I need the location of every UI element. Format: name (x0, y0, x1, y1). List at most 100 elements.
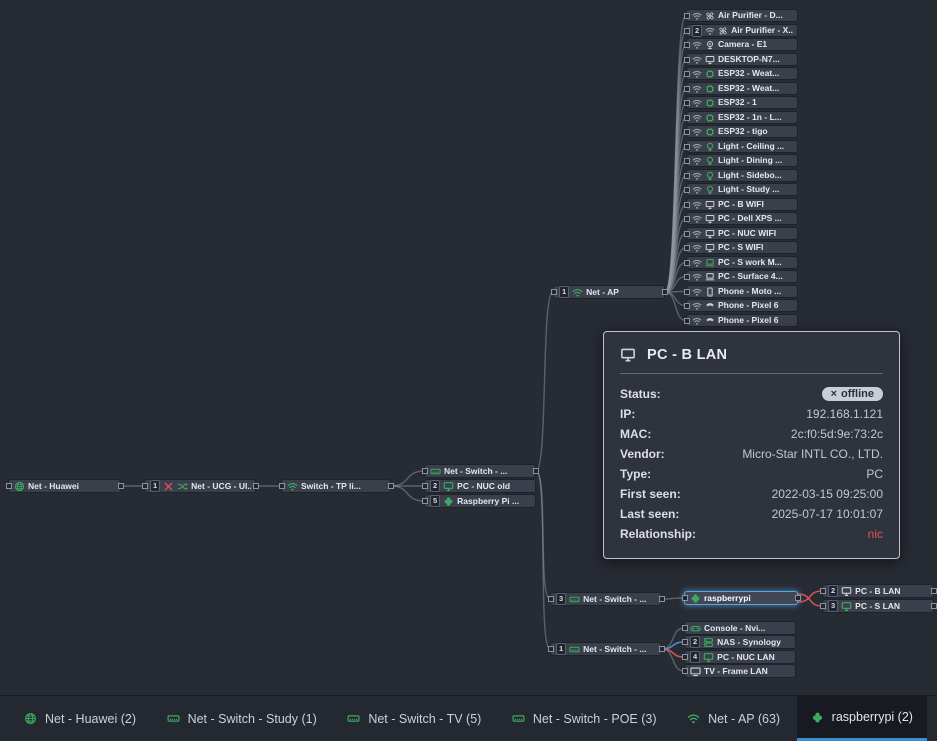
connector-port-left[interactable] (684, 289, 690, 295)
connector-port-left[interactable] (422, 483, 428, 489)
tab-net-switch-poe[interactable]: Net - Switch - POE (3) (498, 696, 671, 741)
connector-port-left[interactable] (6, 483, 12, 489)
node-pc-b-wifi[interactable]: PC - B WIFI (686, 198, 798, 211)
tab-raspberrypi[interactable]: raspberrypi (2) (797, 696, 927, 741)
connector-port-right[interactable] (659, 596, 665, 602)
connector-port-left[interactable] (422, 468, 428, 474)
node-net-switch-top[interactable]: Net - Switch - ... (424, 464, 536, 478)
connector-port-left[interactable] (548, 646, 554, 652)
node-pc-b-lan[interactable]: 2PC - B LAN (822, 584, 934, 598)
connector-port-left[interactable] (684, 28, 690, 34)
connector-port-left[interactable] (684, 231, 690, 237)
connector-port-left[interactable] (684, 318, 690, 324)
connector-port-left[interactable] (684, 303, 690, 309)
connector-port-right[interactable] (931, 588, 937, 594)
bulb-icon (705, 142, 715, 152)
connector-port-left[interactable] (684, 187, 690, 193)
node-esp32-tigo[interactable]: ESP32 - tigo (686, 125, 798, 138)
node-esp32-weat-1[interactable]: ESP32 - Weat... (686, 67, 798, 80)
node-pc-nuc-wifi[interactable]: PC - NUC WIFI (686, 227, 798, 240)
connector-port-left[interactable] (684, 129, 690, 135)
connector-port-left[interactable] (684, 86, 690, 92)
connector-port-right[interactable] (662, 289, 668, 295)
connector-port-left[interactable] (682, 654, 688, 660)
connector-port-left[interactable] (684, 216, 690, 222)
node-phone-pixel-2[interactable]: Phone - Pixel 6 (686, 314, 798, 327)
connector-port-left[interactable] (684, 42, 690, 48)
node-net-switch-mid[interactable]: 3Net - Switch - ... (550, 592, 662, 606)
connector-port-right[interactable] (253, 483, 259, 489)
connector-port-left[interactable] (684, 115, 690, 121)
node-pc-nuc-lan[interactable]: 4PC - NUC LAN (684, 650, 796, 664)
node-esp32-weat-2[interactable]: ESP32 - Weat... (686, 82, 798, 95)
node-light-dining[interactable]: Light - Dining ... (686, 154, 798, 167)
laptop-icon (705, 272, 715, 282)
node-desktop-n7[interactable]: DESKTOP-N7... (686, 53, 798, 66)
connector-port-right[interactable] (659, 646, 665, 652)
node-light-sidebo[interactable]: Light - Sidebo... (686, 169, 798, 182)
connector-port-left[interactable] (684, 158, 690, 164)
connector-port-left[interactable] (684, 245, 690, 251)
connector-port-left[interactable] (422, 498, 428, 504)
node-console-nvi[interactable]: Console - Nvi... (684, 621, 796, 635)
node-esp32-1[interactable]: ESP32 - 1 (686, 96, 798, 109)
tooltip-row: Vendor:Micro-Star INTL CO., LTD. (620, 444, 883, 464)
node-pc-dell-xps[interactable]: PC - Dell XPS ... (686, 212, 798, 225)
connector-port-right[interactable] (388, 483, 394, 489)
connector-port-left[interactable] (820, 588, 826, 594)
node-air-purifier-x[interactable]: 2Air Purifier - X... (686, 24, 798, 37)
connector-port-left[interactable] (684, 71, 690, 77)
node-phone-moto[interactable]: Phone - Moto ... (686, 285, 798, 298)
node-raspberry-pi-5[interactable]: 5Raspberry Pi ... (424, 494, 536, 508)
node-pc-s-lan[interactable]: 3PC - S LAN (822, 599, 934, 613)
node-pc-s-wifi[interactable]: PC - S WIFI (686, 241, 798, 254)
tab-net-switch-study[interactable]: Net - Switch - Study (1) (153, 696, 331, 741)
node-pc-nuc-old[interactable]: 2PC - NUC old (424, 479, 536, 493)
connector-port-left[interactable] (684, 274, 690, 280)
connector-port-left[interactable] (684, 57, 690, 63)
connector-port-left[interactable] (820, 603, 826, 609)
connector-port-left[interactable] (682, 668, 688, 674)
tab-net-switch-tv[interactable]: Net - Switch - TV (5) (333, 696, 495, 741)
node-pc-s-work[interactable]: PC - S work M... (686, 256, 798, 269)
connector-port-left[interactable] (551, 289, 557, 295)
node-pc-surface[interactable]: PC - Surface 4... (686, 270, 798, 283)
tab-net-huawei[interactable]: Net - Huawei (2) (10, 696, 150, 741)
connector-port-left[interactable] (684, 202, 690, 208)
connector-port-right[interactable] (118, 483, 124, 489)
node-air-purifier-d[interactable]: Air Purifier - D... (686, 9, 798, 22)
node-label: Raspberry Pi ... (457, 496, 531, 507)
connector-port-right[interactable] (931, 603, 937, 609)
node-net-ap[interactable]: 1Net - AP (553, 285, 665, 299)
node-net-huawei[interactable]: Net - Huawei (8, 479, 121, 493)
connector-port-left[interactable] (682, 639, 688, 645)
node-label: Light - Dining ... (718, 155, 793, 166)
node-net-switch-low[interactable]: 1Net - Switch - ... (550, 642, 662, 656)
wifi-icon (692, 258, 702, 268)
node-esp32-1n[interactable]: ESP32 - 1n - L... (686, 111, 798, 124)
node-switch-tp[interactable]: Switch - TP li... (281, 479, 391, 493)
connector-port-left[interactable] (684, 100, 690, 106)
connector-port-left[interactable] (682, 595, 688, 601)
node-camera-e1[interactable]: Camera - E1 (686, 38, 798, 51)
connector-port-left[interactable] (548, 596, 554, 602)
node-net-ucg[interactable]: 1Net - UCG - Ul... (144, 479, 256, 493)
connector-port-left[interactable] (279, 483, 285, 489)
node-light-ceiling[interactable]: Light - Ceiling ... (686, 140, 798, 153)
node-raspberrypi[interactable]: raspberrypi (684, 591, 798, 605)
node-tv-frame-lan[interactable]: TV - Frame LAN (684, 664, 796, 678)
connector-port-left[interactable] (684, 173, 690, 179)
node-phone-pixel-1[interactable]: Phone - Pixel 6 (686, 299, 798, 312)
node-nas-synology[interactable]: 2NAS - Synology (684, 635, 796, 649)
connector-port-left[interactable] (142, 483, 148, 489)
connector-port-left[interactable] (682, 625, 688, 631)
connector-port-left[interactable] (684, 144, 690, 150)
field-label: Type: (620, 467, 651, 481)
connector-port-right[interactable] (533, 468, 539, 474)
connector-port-right[interactable] (795, 595, 801, 601)
connector-port-left[interactable] (684, 260, 690, 266)
connector-port-left[interactable] (684, 13, 690, 19)
monitor-icon (841, 601, 852, 612)
node-light-study[interactable]: Light - Study ... (686, 183, 798, 196)
tab-net-ap[interactable]: Net - AP (63) (673, 696, 794, 741)
